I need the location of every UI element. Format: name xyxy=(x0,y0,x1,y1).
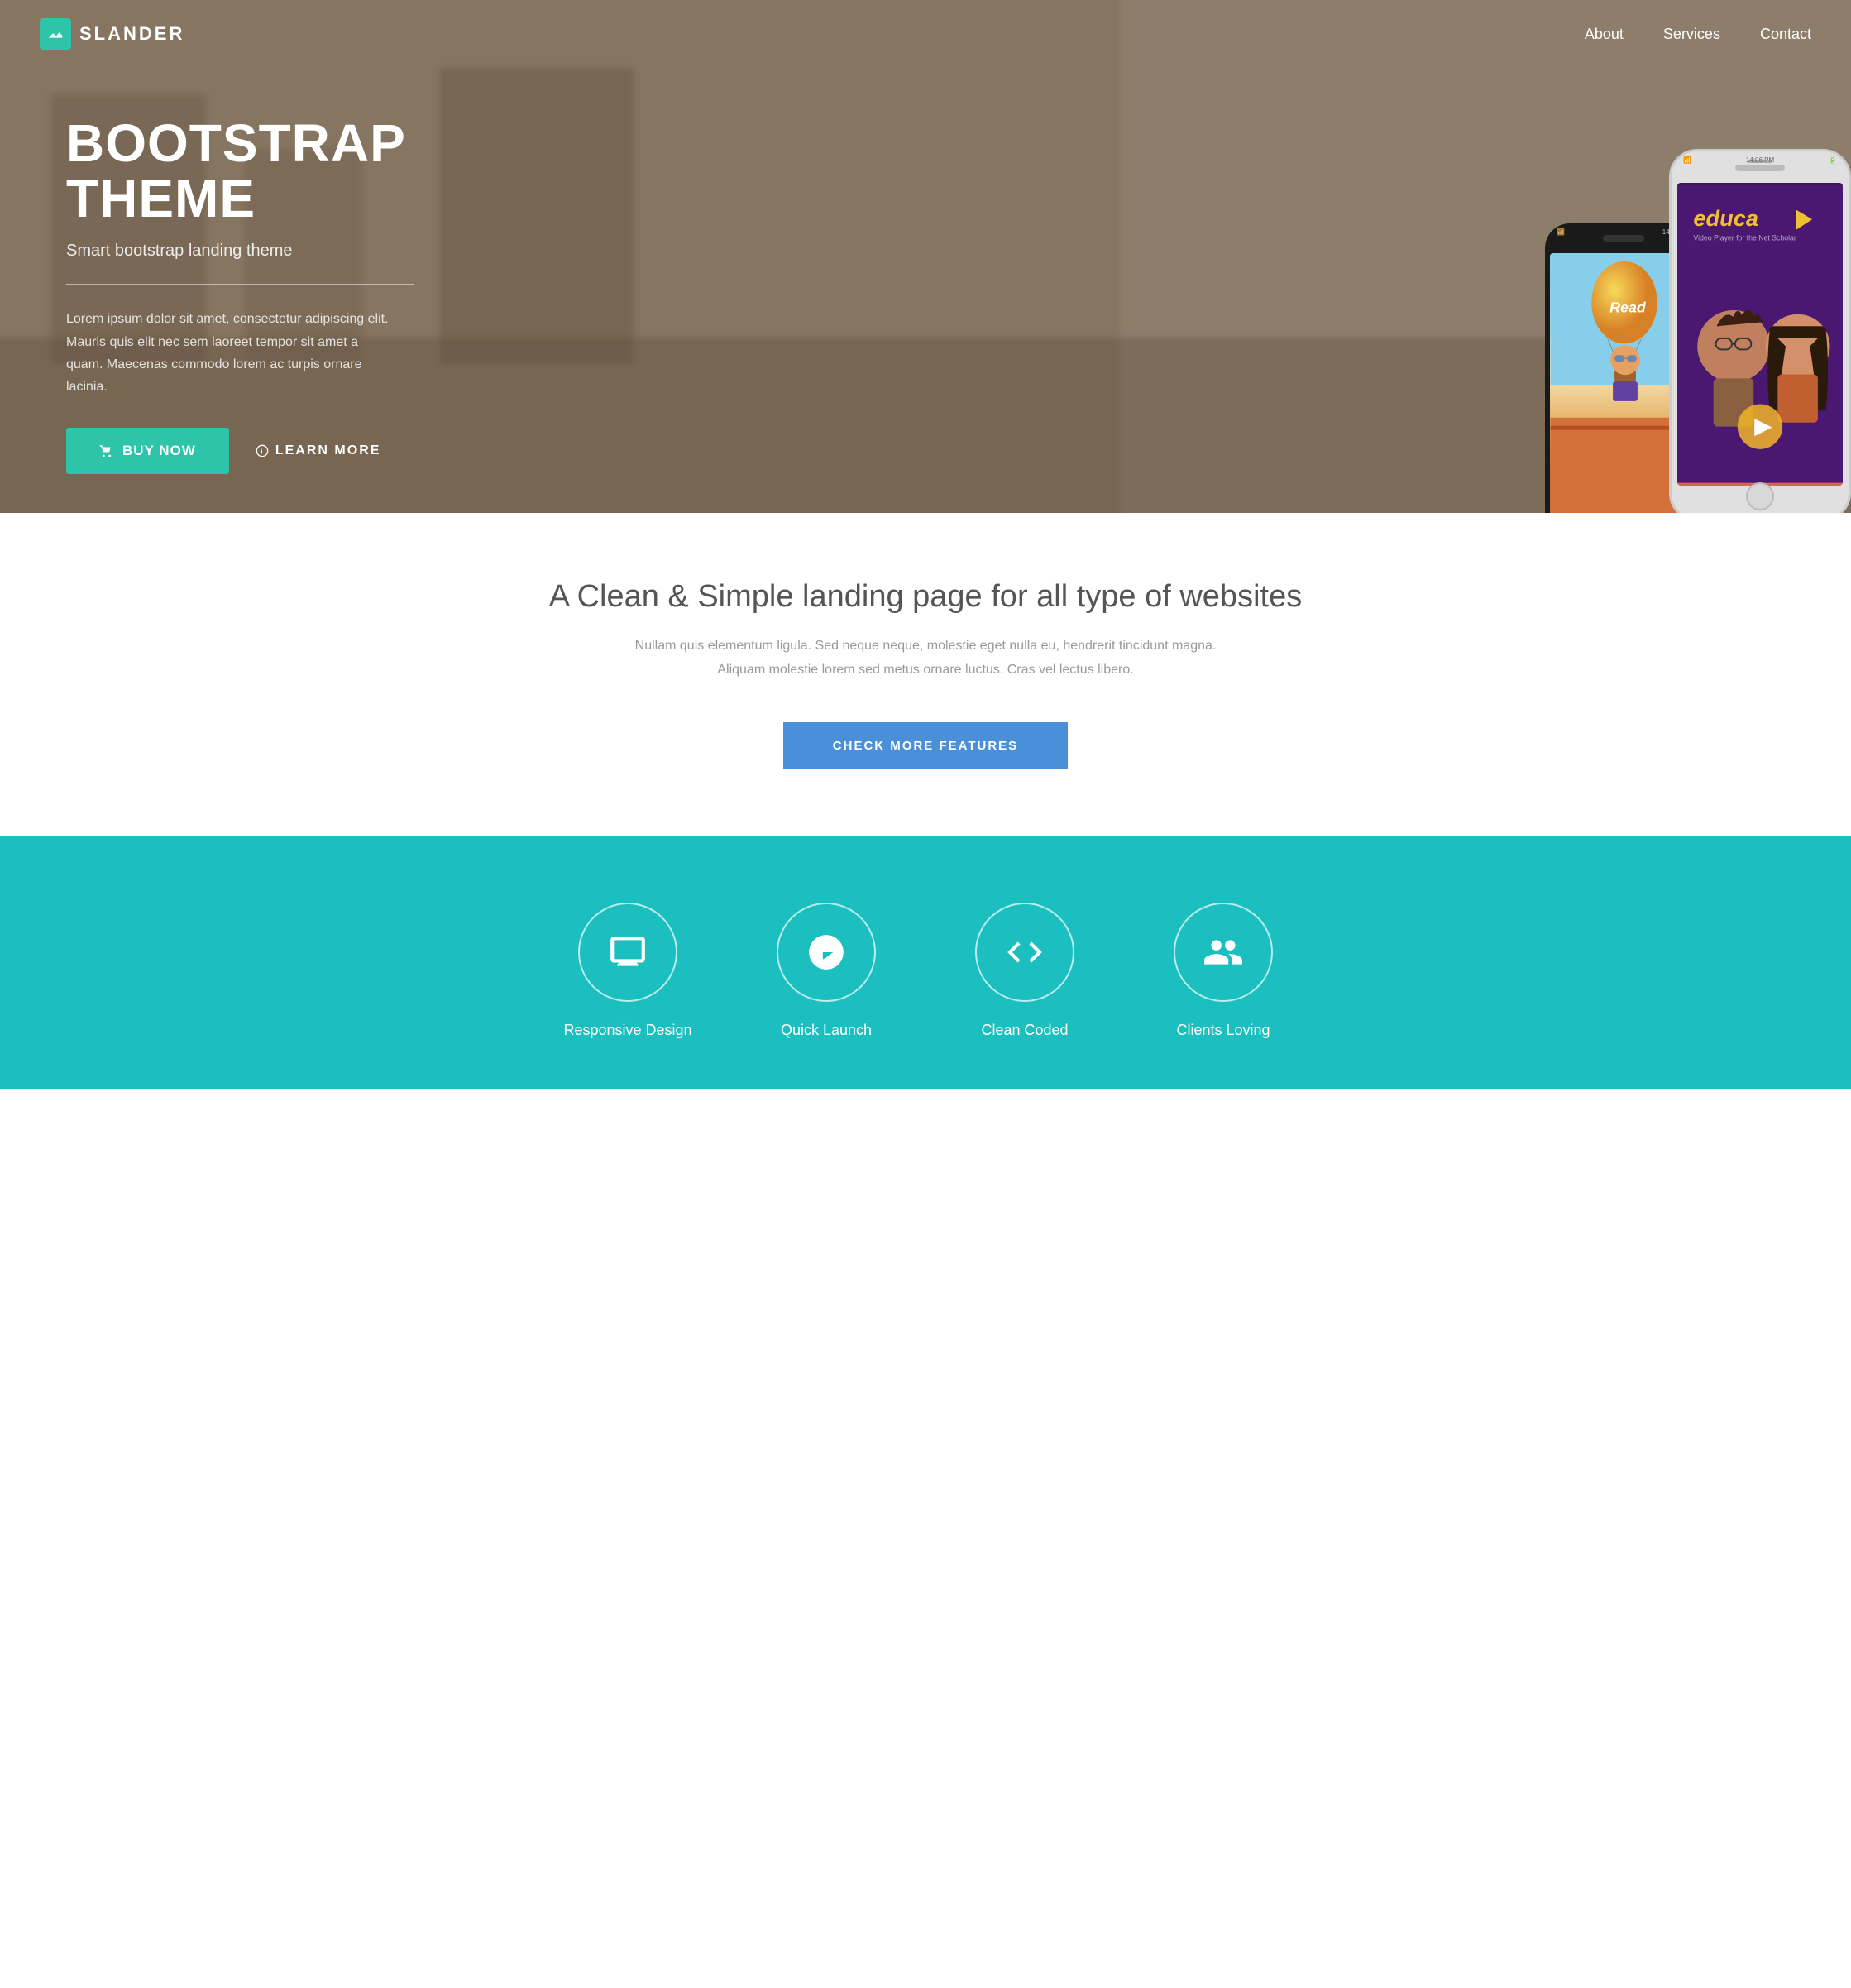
phone-white-screen: educa Video Player for the Net Scholar xyxy=(1677,183,1843,486)
hero-title: BOOTSTRAP THEME xyxy=(66,116,397,227)
responsive-icon-circle xyxy=(578,903,677,1002)
monitor-icon xyxy=(607,932,648,973)
info-icon: i xyxy=(256,444,269,457)
clients-loving-label: Clients Loving xyxy=(1176,1022,1270,1039)
rocket-icon xyxy=(806,932,847,973)
hero-divider xyxy=(66,284,414,285)
phone-black-notch xyxy=(1603,235,1644,242)
features-title: A Clean & Simple landing page for all ty… xyxy=(33,579,1818,615)
logo-text: SLANDER xyxy=(79,23,184,45)
feature-clients-loving: Clients Loving xyxy=(1157,903,1289,1039)
users-icon xyxy=(1203,932,1244,973)
svg-text:Read: Read xyxy=(1609,299,1647,316)
phone-white: 📶14:06 PM🔋 educa Video Player for the Ne… xyxy=(1669,149,1851,513)
navbar: SLANDER About Services Contact xyxy=(0,0,1851,68)
responsive-label: Responsive Design xyxy=(563,1022,691,1039)
phone-volume-down xyxy=(1669,259,1672,284)
phone-volume-up xyxy=(1669,226,1672,251)
clients-loving-icon-circle xyxy=(1174,903,1273,1002)
phone-white-status: 📶14:06 PM🔋 xyxy=(1683,156,1837,164)
features-section: A Clean & Simple landing page for all ty… xyxy=(0,513,1851,836)
clean-coded-label: Clean Coded xyxy=(981,1022,1068,1039)
learn-more-button[interactable]: i LEARN MORE xyxy=(256,443,381,458)
nav-link-about[interactable]: About xyxy=(1585,26,1624,43)
phone-white-home xyxy=(1746,482,1774,510)
svg-text:Video Player for the Net Schol: Video Player for the Net Scholar xyxy=(1693,233,1796,242)
logo-icon xyxy=(40,18,71,50)
nav-link-services[interactable]: Services xyxy=(1663,26,1720,43)
logo-svg xyxy=(46,25,65,43)
features-grid: Responsive Design Quick Launch Clean Cod… xyxy=(33,903,1818,1039)
educa-app-content: educa Video Player for the Net Scholar xyxy=(1677,183,1843,486)
clean-coded-icon-circle xyxy=(975,903,1074,1002)
phone-white-notch xyxy=(1735,165,1785,171)
svg-text:educa: educa xyxy=(1693,205,1758,231)
teal-section: Responsive Design Quick Launch Clean Cod… xyxy=(0,836,1851,1089)
feature-quick-launch: Quick Launch xyxy=(760,903,892,1039)
check-features-button[interactable]: CHECK MORE FEATURES xyxy=(783,722,1068,769)
hero-description: Lorem ipsum dolor sit amet, consectetur … xyxy=(66,308,397,398)
quick-launch-label: Quick Launch xyxy=(781,1022,872,1039)
code-icon xyxy=(1004,932,1045,973)
feature-clean-coded: Clean Coded xyxy=(959,903,1091,1039)
nav-link-contact[interactable]: Contact xyxy=(1760,26,1811,43)
quick-launch-icon-circle xyxy=(777,903,876,1002)
feature-responsive: Responsive Design xyxy=(562,903,694,1039)
hero-buttons: BUY NOW i LEARN MORE xyxy=(66,428,397,474)
phones-mockup: 📶14:06 PM xyxy=(1545,0,1851,513)
logo[interactable]: SLANDER xyxy=(40,18,184,50)
svg-text:i: i xyxy=(261,448,264,455)
cart-icon xyxy=(99,443,114,458)
buy-now-button[interactable]: BUY NOW xyxy=(66,428,229,474)
hero-subtitle: Smart bootstrap landing theme xyxy=(66,242,397,261)
hero-section: BOOTSTRAP THEME Smart bootstrap landing … xyxy=(0,0,1851,513)
nav-links: About Services Contact xyxy=(1585,26,1811,43)
hero-content: BOOTSTRAP THEME Smart bootstrap landing … xyxy=(0,0,463,513)
features-description: Nullam quis elementum ligula. Sed neque … xyxy=(611,635,1240,683)
